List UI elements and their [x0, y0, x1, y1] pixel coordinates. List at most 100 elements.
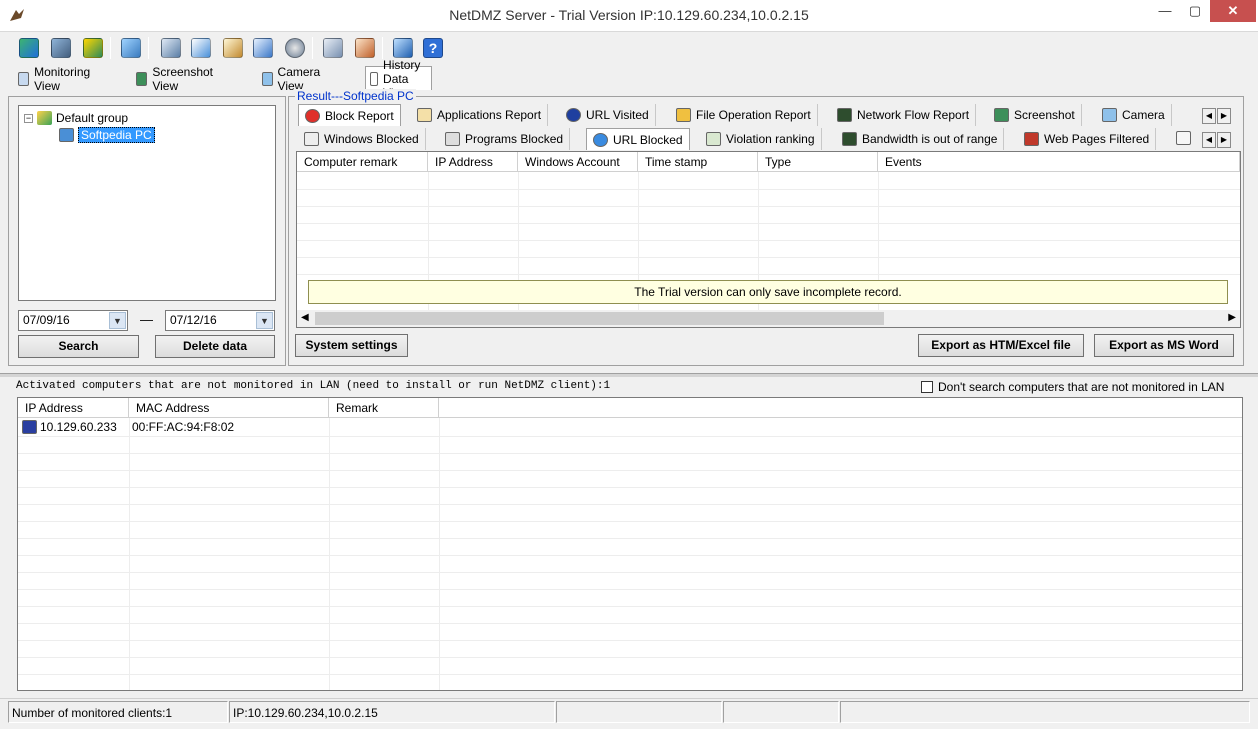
- tab-programs-blocked[interactable]: Programs Blocked: [439, 128, 571, 150]
- screenshot-icon: [136, 72, 148, 86]
- tree-item-default-group[interactable]: − Default group: [24, 111, 128, 125]
- tab-history-data-view[interactable]: History Data View: [365, 58, 433, 100]
- grid-line: [18, 606, 1242, 607]
- tabs-scroll-left[interactable]: ◀: [1202, 108, 1216, 124]
- table-row[interactable]: 10.129.60.233 00:FF:AC:94:F8:02: [18, 418, 1242, 436]
- grid-line: [18, 521, 1242, 522]
- collapse-icon[interactable]: −: [24, 113, 33, 123]
- tab-label: URL Visited: [586, 108, 649, 122]
- tree-item-softpedia-pc[interactable]: Softpedia PC: [59, 127, 155, 143]
- tabs-scroll-right[interactable]: ▶: [1217, 108, 1231, 124]
- date-from-picker[interactable]: 07/09/16 ▼: [18, 310, 128, 331]
- splitter[interactable]: [0, 373, 1258, 377]
- unmonitored-list[interactable]: IP Address MAC Address Remark 10.129.60.…: [17, 397, 1243, 691]
- policy-icon[interactable]: [118, 35, 144, 61]
- group-icon: [37, 111, 52, 125]
- tab-screenshot-view[interactable]: Screenshot View: [132, 65, 221, 93]
- report-tabs-row1: Block Report Applications Report URL Vis…: [296, 104, 1244, 126]
- result-legend: Result---Softpedia PC: [295, 89, 416, 103]
- tab-url-blocked[interactable]: URL Blocked: [586, 128, 690, 150]
- tab-file-operation-report[interactable]: File Operation Report: [670, 104, 818, 126]
- chevron-down-icon[interactable]: ▼: [109, 312, 126, 329]
- column-header[interactable]: Events: [878, 152, 1240, 172]
- tab-network-flow-report[interactable]: Network Flow Report: [831, 104, 977, 126]
- export-ms-word-button[interactable]: Export as MS Word: [1094, 334, 1234, 357]
- tab-applications-report[interactable]: Applications Report: [411, 104, 549, 126]
- ie-icon: [593, 132, 608, 147]
- users-icon[interactable]: [80, 35, 106, 61]
- column-header[interactable]: IP Address: [18, 398, 129, 418]
- window-title: NetDMZ Server - Trial Version IP:10.129.…: [449, 7, 809, 23]
- tab-camera-view[interactable]: Camera View: [258, 65, 329, 93]
- monitor-icon[interactable]: [158, 35, 184, 61]
- tab-violation-ranking[interactable]: Violation ranking: [700, 128, 822, 150]
- grid-line: [297, 223, 1240, 224]
- grid-line: [439, 418, 440, 690]
- document-icon[interactable]: [320, 35, 346, 61]
- block-icon: [305, 108, 320, 123]
- tab-bandwidth-out-of-range[interactable]: Bandwidth is out of range: [836, 128, 1005, 150]
- tab-label: Screenshot: [1014, 108, 1075, 122]
- camera-icon: [1102, 108, 1117, 122]
- tab-monitoring-view[interactable]: Monitoring View: [14, 65, 98, 93]
- delete-data-button[interactable]: Delete data: [155, 335, 275, 358]
- column-header[interactable]: Type: [758, 152, 878, 172]
- chevron-down-icon[interactable]: ▼: [256, 312, 273, 329]
- title-bar: NetDMZ Server - Trial Version IP:10.129.…: [0, 0, 1258, 32]
- qr-icon: [1176, 131, 1191, 145]
- scrollbar-thumb[interactable]: [315, 312, 884, 325]
- status-pane: [840, 701, 1250, 723]
- grid-line: [18, 657, 1242, 658]
- url-icon: [566, 108, 581, 122]
- column-header[interactable]: Time stamp: [638, 152, 758, 172]
- grid-line: [297, 240, 1240, 241]
- status-bar: Number of monitored clients:1 IP:10.129.…: [0, 698, 1258, 729]
- tab-camera[interactable]: Camera: [1096, 104, 1172, 126]
- minimize-button[interactable]: —: [1150, 0, 1180, 22]
- chart-icon: [706, 132, 721, 146]
- column-header[interactable]: Windows Account: [518, 152, 638, 172]
- scroll-right-icon[interactable]: ▶: [1228, 312, 1236, 323]
- dont-search-option[interactable]: Don't search computers that are not moni…: [921, 380, 1224, 394]
- tab-windows-blocked[interactable]: Windows Blocked: [298, 128, 426, 150]
- search-button[interactable]: Search: [18, 335, 139, 358]
- tab-label: Block Report: [325, 108, 394, 123]
- tab-label: URL Blocked: [613, 132, 683, 147]
- column-header[interactable]: MAC Address: [129, 398, 329, 418]
- bandwidth-icon: [842, 132, 857, 146]
- grid-line: [18, 436, 1242, 437]
- tab-url-visited[interactable]: URL Visited: [560, 104, 656, 126]
- tab-label: Applications Report: [437, 108, 542, 122]
- dont-search-checkbox[interactable]: [921, 381, 933, 393]
- tab-web-pages-filtered[interactable]: Web Pages Filtered: [1018, 128, 1157, 150]
- computer-tree[interactable]: − Default group Softpedia PC: [18, 105, 276, 301]
- date-from-value: 07/09/16: [23, 313, 70, 327]
- close-button[interactable]: ✕: [1210, 0, 1256, 22]
- remote-icon[interactable]: [250, 35, 276, 61]
- grid-line: [18, 487, 1242, 488]
- tab-screenshot[interactable]: Screenshot: [988, 104, 1082, 126]
- disk-icon[interactable]: [282, 35, 308, 61]
- tab-label: Monitoring View: [34, 65, 91, 93]
- tab-block-report[interactable]: Block Report: [298, 104, 401, 126]
- scroll-left-icon[interactable]: ◀: [301, 312, 309, 323]
- computer-icon: [59, 128, 74, 142]
- settings-icon[interactable]: [48, 35, 74, 61]
- message-icon[interactable]: [188, 35, 214, 61]
- groups-icon[interactable]: [16, 35, 42, 61]
- export-htm-excel-button[interactable]: Export as HTM/Excel file: [918, 334, 1084, 357]
- system-settings-button[interactable]: System settings: [295, 334, 408, 357]
- tabs-scroll-left[interactable]: ◀: [1202, 132, 1216, 148]
- program-icon: [445, 132, 460, 146]
- tab-label: Bandwidth is out of range: [862, 132, 998, 146]
- report-icon[interactable]: [220, 35, 246, 61]
- more-tab-icon[interactable]: [1176, 131, 1191, 145]
- tabs-scroll-right[interactable]: ▶: [1217, 132, 1231, 148]
- column-header[interactable]: IP Address: [428, 152, 518, 172]
- column-header[interactable]: Remark: [329, 398, 439, 418]
- date-to-picker[interactable]: 07/12/16 ▼: [165, 310, 275, 331]
- user-card-icon[interactable]: [352, 35, 378, 61]
- grid-line: [18, 572, 1242, 573]
- column-header[interactable]: Computer remark: [297, 152, 428, 172]
- maximize-button[interactable]: ▢: [1180, 0, 1210, 22]
